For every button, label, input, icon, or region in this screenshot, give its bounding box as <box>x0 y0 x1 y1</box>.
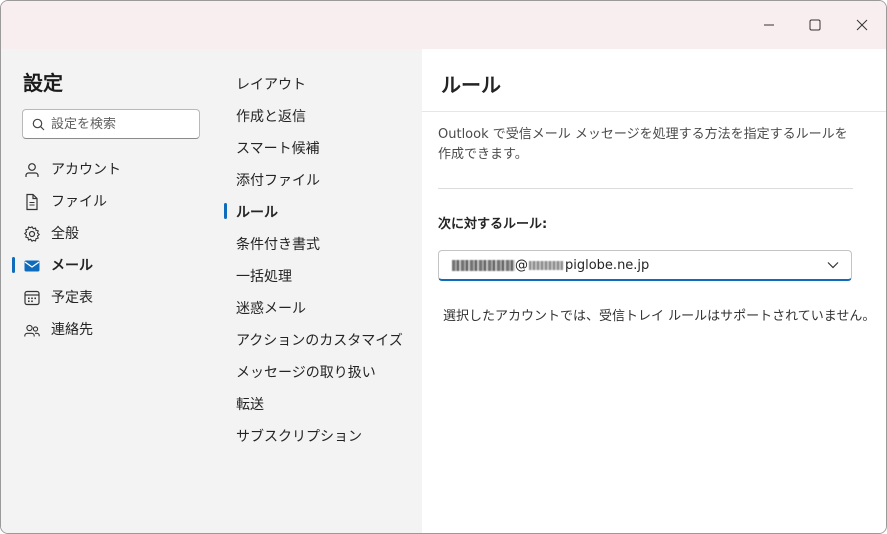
subnav-item-message-handling[interactable]: メッセージの取り扱い <box>222 355 422 387</box>
sidebar-item-label: アカウント <box>51 162 121 178</box>
close-button[interactable] <box>839 1 885 49</box>
subnav-item-attachments[interactable]: 添付ファイル <box>222 163 422 195</box>
title-bar[interactable] <box>1 1 886 49</box>
settings-search-box[interactable] <box>22 109 200 139</box>
settings-sidebar: 設定 アカウント ファイル 全般 メール 予定表 <box>1 49 222 533</box>
settings-title: 設定 <box>23 71 63 95</box>
person-icon <box>25 163 39 177</box>
subnav-item-conditional-formatting[interactable]: 条件付き書式 <box>222 227 422 259</box>
subnav-item-label: 作成と返信 <box>236 109 306 125</box>
subnav-item-label: 迷惑メール <box>236 301 306 317</box>
subnav-item-label: 一括処理 <box>236 269 292 285</box>
maximize-icon <box>809 19 821 31</box>
document-icon <box>26 193 38 211</box>
subnav-item-subscriptions[interactable]: サブスクリプション <box>222 419 422 451</box>
subnav-item-customize-actions[interactable]: アクションのカスタマイズ <box>222 323 422 355</box>
subnav-item-label: 添付ファイル <box>236 173 320 189</box>
subnav-item-layout[interactable]: レイアウト <box>222 67 422 99</box>
settings-search-input[interactable] <box>51 116 191 132</box>
subnav-item-label: サブスクリプション <box>236 429 362 445</box>
gear-icon <box>23 226 41 242</box>
header-divider <box>422 111 886 112</box>
rules-panel: ルール Outlook で受信メール メッセージを処理する方法を指定するルールを… <box>422 49 886 533</box>
account-at-sign: @ <box>515 258 528 273</box>
subnav-item-forwarding[interactable]: 転送 <box>222 387 422 419</box>
redacted-text <box>529 261 563 270</box>
sidebar-item-label: 連絡先 <box>51 322 93 338</box>
subnav-item-sweep[interactable]: 一括処理 <box>222 259 422 291</box>
sidebar-item-label: 全般 <box>51 226 79 242</box>
calendar-icon <box>24 290 40 306</box>
sidebar-item-mail[interactable]: メール <box>1 249 222 281</box>
sidebar-item-label: メール <box>51 258 93 274</box>
rules-for-label: 次に対するルール: <box>438 217 548 232</box>
sidebar-item-account[interactable]: アカウント <box>1 153 222 185</box>
account-domain: piglobe.ne.jp <box>565 258 650 273</box>
subnav-item-label: ルール <box>236 205 278 221</box>
sidebar-item-calendar[interactable]: 予定表 <box>1 281 222 313</box>
sidebar-item-label: ファイル <box>51 194 107 210</box>
maximize-button[interactable] <box>792 1 838 49</box>
rules-description: Outlook で受信メール メッセージを処理する方法を指定するルールを作成でき… <box>438 127 848 162</box>
subnav-item-label: メッセージの取り扱い <box>236 365 376 381</box>
subnav-item-junk-email[interactable]: 迷惑メール <box>222 291 422 323</box>
account-dropdown[interactable]: @ piglobe.ne.jp <box>438 250 852 281</box>
redacted-text <box>452 260 515 271</box>
settings-window: 設定 アカウント ファイル 全般 メール 予定表 <box>0 0 887 534</box>
page-title: ルール <box>441 73 501 97</box>
minimize-button[interactable] <box>746 1 792 49</box>
subnav-item-label: スマート候補 <box>236 141 320 157</box>
subnav-item-label: アクションのカスタマイズ <box>236 333 403 349</box>
selection-indicator <box>12 257 15 273</box>
subnav-item-compose-reply[interactable]: 作成と返信 <box>222 99 422 131</box>
unsupported-notice: 選択したアカウントでは、受信トレイ ルールはサポートされていません。 <box>443 309 876 324</box>
sidebar-item-label: 予定表 <box>51 290 93 306</box>
close-icon <box>856 19 868 31</box>
sidebar-item-contacts[interactable]: 連絡先 <box>1 313 222 345</box>
subnav-item-label: レイアウト <box>236 77 306 93</box>
mail-settings-subnav: レイアウト 作成と返信 スマート候補 添付ファイル ルール 条件付き書式 一括処… <box>222 49 422 533</box>
minimize-icon <box>764 24 774 26</box>
sidebar-item-general[interactable]: 全般 <box>1 217 222 249</box>
people-icon <box>24 324 40 337</box>
mail-icon <box>24 260 40 272</box>
subnav-item-label: 条件付き書式 <box>236 237 320 253</box>
section-divider <box>438 188 853 189</box>
subnav-item-label: 転送 <box>236 397 264 413</box>
selection-indicator <box>224 203 227 219</box>
subnav-item-smart-suggestions[interactable]: スマート候補 <box>222 131 422 163</box>
subnav-item-rules[interactable]: ルール <box>222 195 422 227</box>
chevron-down-icon <box>827 262 839 269</box>
search-icon <box>32 118 45 131</box>
sidebar-item-files[interactable]: ファイル <box>1 185 222 217</box>
